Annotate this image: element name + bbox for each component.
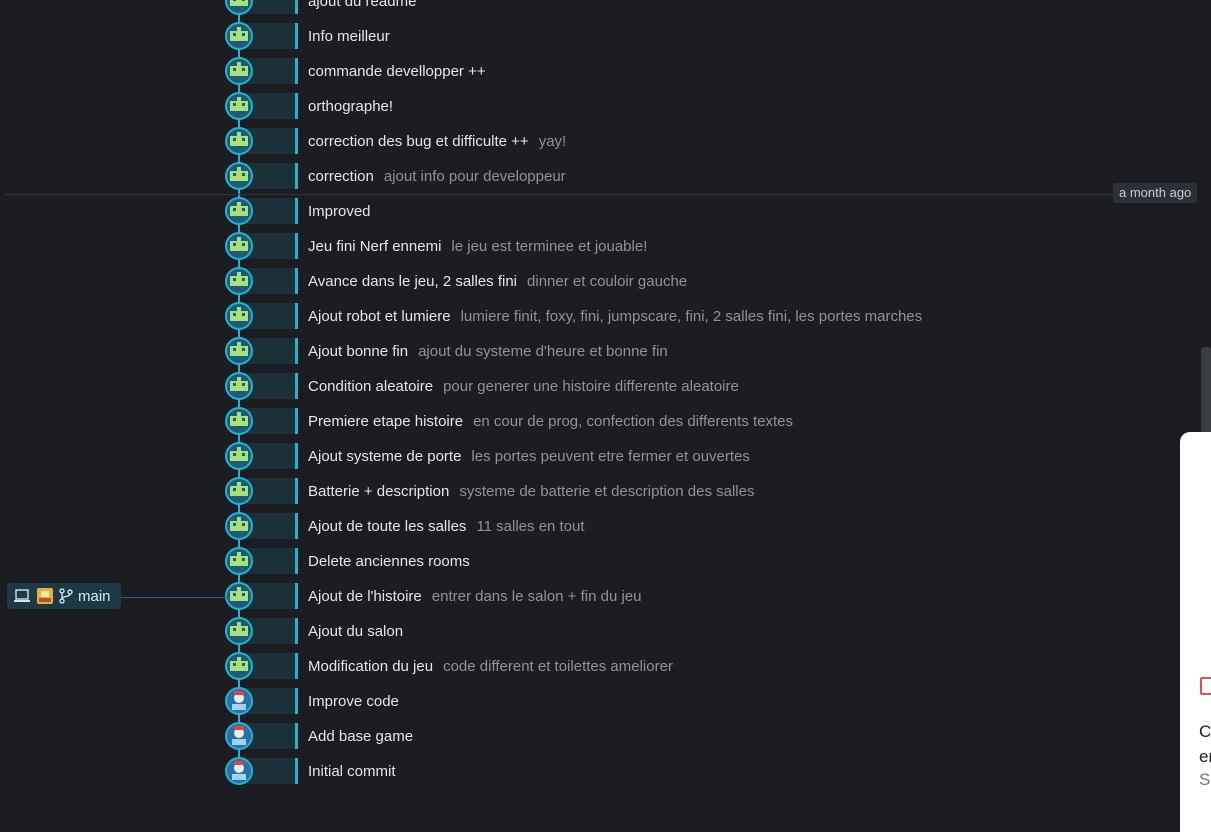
panel-text-1: C [1199,722,1211,741]
commit-message: Delete anciennes rooms [308,552,470,570]
robot-avatar[interactable] [225,162,253,190]
person-avatar[interactable] [225,722,253,750]
commit-message: correction des bug et difficulte ++ [308,132,529,150]
commit-row[interactable]: Delete anciennes rooms [295,548,1198,574]
commit-description: 11 salles en tout [476,517,585,535]
commit-description: systeme de batterie et description des s… [459,482,755,500]
robot-avatar[interactable] [225,127,253,155]
robot-avatar[interactable] [225,442,253,470]
commit-row[interactable]: ajout du readme [295,0,1198,14]
robot-avatar[interactable] [225,617,253,645]
robot-avatar[interactable] [225,197,253,225]
commit-row[interactable]: Ajout de l'histoire entrer dans le salon … [295,583,1198,609]
robot-avatar[interactable] [225,477,253,505]
robot-avatar[interactable] [225,407,253,435]
time-divider [4,194,1114,195]
branch-connector [121,597,229,598]
commit-message: Condition aleatoire [308,377,434,395]
time-badge: a month ago [1113,183,1198,203]
commit-message: Ajout robot et lumiere [308,307,451,325]
commit-row[interactable]: Info meilleur [295,23,1198,49]
commit-message: orthographe! [308,97,394,115]
branch-icon [59,588,73,604]
commit-message: Jeu fini Nerf ennemi [308,237,442,255]
robot-avatar[interactable] [225,337,253,365]
commit-description: en cour de prog, confection des differen… [473,412,793,430]
commit-row[interactable]: Improve code [295,688,1198,714]
commit-message: correction [308,167,374,185]
commit-description: ajout du systeme d'heure et bonne fin [418,342,668,360]
robot-avatar[interactable] [225,372,253,400]
commit-message: Ajout de l'histoire [308,587,422,605]
commit-message: commande devellopper ++ [308,62,486,80]
branch-label-main[interactable]: main [7,583,121,609]
commit-description: lumiere finit, foxy, fini, jumpscare, fi… [460,307,923,325]
commit-message: Improved [308,202,371,220]
robot-avatar[interactable] [225,582,253,610]
commit-row[interactable]: Ajout systeme de porte les portes peuvent… [295,443,1198,469]
commit-row[interactable]: Modification du jeu code different et toi… [295,653,1198,679]
commit-row[interactable]: Premiere etape histoire en cour de prog, … [295,408,1198,434]
robot-avatar[interactable] [225,92,253,120]
commit-row[interactable]: Ajout de toute les salles 11 salles en to… [295,513,1198,539]
commit-graph: ajout du readme Info meilleur commande dev… [0,0,1211,800]
avatar [37,588,53,604]
robot-avatar[interactable] [225,302,253,330]
commit-message: Ajout de toute les salles [308,517,467,535]
panel-text-3: Se [1199,770,1211,789]
commit-row[interactable]: correction des bug et difficulte ++ yay! [295,128,1198,154]
commit-message: Ajout bonne fin [308,342,409,360]
commit-message: ajout du readme [308,0,417,10]
commit-row[interactable]: Initial commit [295,758,1198,784]
commit-message: Initial commit [308,762,396,780]
commit-row[interactable]: Avance dans le jeu, 2 salles fini dinner … [295,268,1198,294]
commit-message: Avance dans le jeu, 2 salles fini [308,272,518,290]
person-avatar[interactable] [225,687,253,715]
commit-message: Improve code [308,692,399,710]
commit-row[interactable]: Condition aleatoire pour generer une hist… [295,373,1198,399]
branch-name: main [78,587,111,605]
commit-description: yay! [538,132,567,150]
commit-description: code different et toilettes ameliorer [443,657,673,675]
commit-row[interactable]: Batterie + description systeme de batteri… [295,478,1198,504]
robot-avatar[interactable] [225,57,253,85]
robot-avatar[interactable] [225,232,253,260]
commit-message: Premiere etape histoire [308,412,464,430]
side-panel[interactable]: C er Se [1180,432,1211,832]
commit-message: Ajout du salon [308,622,404,640]
commit-message: Info meilleur [308,27,390,45]
robot-avatar[interactable] [225,267,253,295]
panel-icon [1200,677,1211,695]
commit-description: entrer dans le salon + fin du jeu [431,587,642,605]
commit-row[interactable]: commande devellopper ++ [295,58,1198,84]
commit-description: dinner et couloir gauche [527,272,688,290]
graph-lines [225,0,295,785]
commit-row[interactable]: correction ajout info pour developpeur [295,163,1198,189]
robot-avatar[interactable] [225,547,253,575]
laptop-icon [13,589,31,603]
commit-row[interactable]: orthographe! [295,93,1198,119]
commit-description: ajout info pour developpeur [383,167,566,185]
robot-avatar[interactable] [225,512,253,540]
commit-description: le jeu est terminee et jouable! [451,237,648,255]
commit-description: les portes peuvent etre fermer et ouvert… [471,447,750,465]
commit-row[interactable]: Jeu fini Nerf ennemi le jeu est terminee … [295,233,1198,259]
panel-text-2: er [1199,747,1211,766]
commit-row[interactable]: Ajout du salon [295,618,1198,644]
robot-avatar[interactable] [225,22,253,50]
person-avatar[interactable] [225,757,253,785]
commit-description: pour generer une histoire differente ale… [443,377,739,395]
commit-row[interactable]: Add base game [295,723,1198,749]
commit-message: Ajout systeme de porte [308,447,462,465]
commit-message: Batterie + description [308,482,450,500]
robot-avatar[interactable] [225,652,253,680]
commit-message: Modification du jeu [308,657,434,675]
commit-row[interactable]: Improved [295,198,1198,224]
commit-row[interactable]: Ajout bonne fin ajout du systeme d'heure … [295,338,1198,364]
commit-row[interactable]: Ajout robot et lumiere lumiere finit, fox… [295,303,1198,329]
commit-message: Add base game [308,727,414,745]
